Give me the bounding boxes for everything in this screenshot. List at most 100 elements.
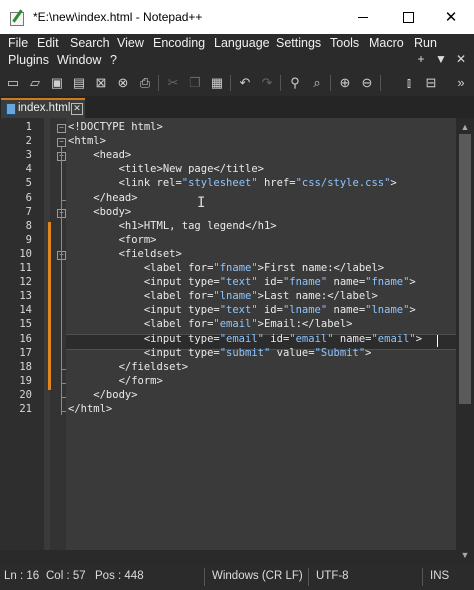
line-number: 5 bbox=[25, 177, 32, 190]
open-file-icon[interactable]: ▱ bbox=[26, 74, 44, 92]
fold-margin bbox=[50, 118, 66, 564]
cut-icon[interactable]: ✂ bbox=[164, 74, 182, 92]
line-number: 2 bbox=[25, 135, 32, 148]
scroll-down-icon[interactable]: ▼ bbox=[458, 548, 472, 562]
code-line: <label for="lname">Last name:</label> bbox=[68, 290, 378, 303]
zoom-in-icon[interactable]: ⊕ bbox=[336, 74, 354, 92]
menu-help[interactable]: ? bbox=[110, 53, 117, 67]
code-line: </fieldset> bbox=[68, 360, 189, 373]
status-encoding[interactable]: UTF-8 bbox=[316, 570, 349, 582]
undo-icon[interactable]: ↶ bbox=[236, 74, 254, 92]
fold-end-marker bbox=[61, 382, 66, 384]
tab-close-icon[interactable]: ✕ bbox=[71, 103, 83, 115]
line-number: 7 bbox=[25, 205, 32, 218]
redo-icon[interactable]: ↷ bbox=[258, 74, 276, 92]
code-line: <link rel="stylesheet" href="css/style.c… bbox=[68, 177, 397, 190]
status-eol[interactable]: Windows (CR LF) bbox=[212, 570, 303, 582]
save-icon[interactable]: ▣ bbox=[48, 74, 66, 92]
fold-end-marker bbox=[61, 368, 66, 370]
sync-scroll-icon[interactable]: ⫾ bbox=[400, 74, 418, 92]
menu-run[interactable]: Run bbox=[414, 36, 437, 50]
code-line: <title>New page</title> bbox=[68, 163, 264, 176]
window-title: *E:\new\index.html - Notepad++ bbox=[33, 10, 203, 24]
line-number: 12 bbox=[19, 276, 32, 289]
code-line: <input type="text" id="lname" name="lnam… bbox=[68, 304, 416, 317]
fold-toggle-icon[interactable]: − bbox=[57, 124, 66, 133]
menu-plugins[interactable]: Plugins bbox=[8, 53, 49, 67]
zoom-out-icon[interactable]: ⊖ bbox=[358, 74, 376, 92]
menu-language[interactable]: Language bbox=[214, 36, 270, 50]
line-number: 21 bbox=[19, 403, 32, 415]
line-number: 10 bbox=[19, 247, 32, 260]
scroll-thumb[interactable] bbox=[459, 134, 471, 404]
line-number: 15 bbox=[19, 318, 32, 331]
dropdown-arrow-icon[interactable]: ▼ bbox=[434, 52, 448, 68]
fold-guide bbox=[61, 147, 62, 415]
copy-icon[interactable]: ❐ bbox=[186, 74, 204, 92]
save-all-icon[interactable]: ▤ bbox=[70, 74, 88, 92]
line-number: 19 bbox=[19, 374, 32, 387]
menu-tools[interactable]: Tools bbox=[330, 36, 359, 50]
code-line: <form> bbox=[68, 233, 157, 246]
fold-end-marker bbox=[61, 199, 66, 201]
replace-icon[interactable]: ⌕ bbox=[308, 74, 326, 92]
print-icon[interactable]: ⎙ bbox=[136, 74, 154, 92]
close-icon: ✕ bbox=[444, 9, 458, 26]
line-number: 1 bbox=[25, 121, 32, 133]
status-bar: Ln : 16 Col : 57 Pos : 448 Windows (CR L… bbox=[0, 564, 474, 590]
maximize-button[interactable] bbox=[385, 0, 431, 34]
title-bar: *E:\new\index.html - Notepad++ ✕ bbox=[0, 0, 474, 34]
status-pos: Pos : 448 bbox=[95, 570, 144, 582]
code-line: </html> bbox=[68, 403, 113, 415]
status-insert-mode: INS bbox=[430, 570, 450, 582]
vertical-scrollbar[interactable]: ▲ ▼ bbox=[456, 118, 474, 564]
menu-edit[interactable]: Edit bbox=[37, 36, 59, 50]
notepad-app-icon bbox=[9, 9, 25, 26]
line-number: 3 bbox=[25, 149, 32, 162]
text-caret bbox=[437, 335, 438, 347]
status-col: Col : 57 bbox=[46, 570, 86, 582]
menu-settings[interactable]: Settings bbox=[276, 36, 321, 50]
tab-index-html[interactable]: index.html ✕ bbox=[1, 98, 85, 118]
code-editor[interactable]: 1<!DOCTYPE html>−2<html>−3 <head>−4 <tit… bbox=[0, 118, 474, 564]
code-line: </head> bbox=[68, 191, 138, 204]
code-line: <head> bbox=[68, 149, 132, 162]
line-number: 4 bbox=[25, 163, 32, 176]
close-button[interactable]: ✕ bbox=[428, 0, 474, 34]
add-new-button[interactable]: + bbox=[414, 52, 428, 68]
menu-search[interactable]: Search bbox=[70, 36, 110, 50]
code-line: <body> bbox=[68, 205, 132, 218]
change-marker bbox=[48, 236, 51, 390]
code-line: <input type="submit" value="Submit"> bbox=[68, 346, 372, 359]
menu-row-1: File Edit Search View Encoding Language … bbox=[0, 35, 474, 53]
minimize-icon bbox=[358, 16, 368, 18]
line-number: 20 bbox=[19, 388, 32, 401]
menu-view[interactable]: View bbox=[117, 36, 144, 50]
close-all-icon[interactable]: ⊗ bbox=[114, 74, 132, 92]
line-number: 17 bbox=[19, 346, 32, 359]
line-number: 9 bbox=[25, 233, 32, 246]
menu-file[interactable]: File bbox=[8, 36, 28, 50]
close-document-button[interactable]: ✕ bbox=[454, 52, 468, 68]
code-line: <!DOCTYPE html> bbox=[68, 121, 163, 133]
find-icon[interactable]: ⚲ bbox=[286, 74, 304, 92]
menu-macro[interactable]: Macro bbox=[369, 36, 404, 50]
word-wrap-icon[interactable]: ⊟ bbox=[422, 74, 440, 92]
close-file-icon[interactable]: ⊠ bbox=[92, 74, 110, 92]
horizontal-scrollbar[interactable] bbox=[0, 550, 456, 564]
i-beam-cursor: I bbox=[197, 195, 206, 211]
menu-window[interactable]: Window bbox=[57, 53, 101, 67]
fold-toggle-icon[interactable]: − bbox=[57, 138, 66, 148]
new-file-icon[interactable]: ▭ bbox=[4, 74, 22, 92]
minimize-button[interactable] bbox=[340, 0, 386, 34]
line-number: 14 bbox=[19, 304, 32, 317]
menu-encoding[interactable]: Encoding bbox=[153, 36, 205, 50]
line-number: 8 bbox=[25, 219, 32, 232]
paste-icon[interactable]: ▦ bbox=[208, 74, 226, 92]
code-line: </body> bbox=[68, 388, 138, 401]
scroll-up-icon[interactable]: ▲ bbox=[458, 120, 472, 134]
toolbar-overflow-icon[interactable]: » bbox=[452, 74, 470, 92]
menu-bar: File Edit Search View Encoding Language … bbox=[0, 34, 474, 70]
code-line: <input type="text" id="fname" name="fnam… bbox=[68, 276, 416, 289]
code-line: <label for="email">Email:</label> bbox=[68, 318, 353, 331]
